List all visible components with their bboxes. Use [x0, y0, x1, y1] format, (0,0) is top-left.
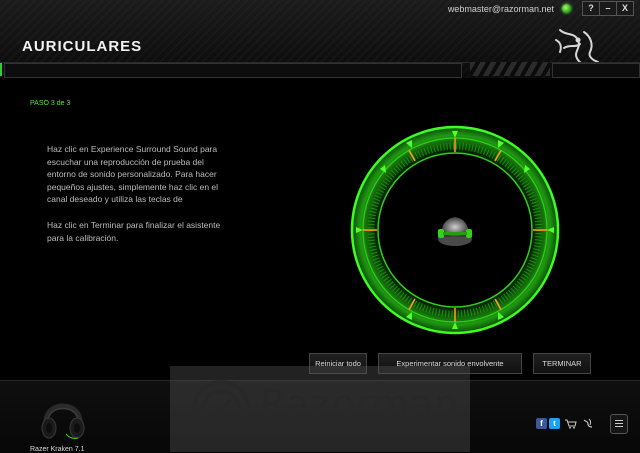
account-email[interactable]: webmaster@razorman.net — [448, 4, 554, 14]
menu-icon-line — [615, 426, 623, 427]
instruction-text-1: Haz clic en Experience Surround Sound pa… — [47, 144, 219, 205]
watermark-logo-icon — [192, 380, 250, 438]
menu-button[interactable] — [610, 414, 628, 434]
finish-button[interactable]: TERMINAR — [533, 353, 591, 374]
minimize-button[interactable]: – — [599, 1, 617, 16]
header-slashes — [470, 62, 550, 76]
menu-icon — [615, 420, 623, 421]
page-title: AURICULARES — [22, 38, 143, 55]
menu-icon-line — [615, 423, 623, 424]
watermark-domain: .net — [405, 420, 449, 445]
instruction-text-2: Haz clic en Terminar para finalizar el a… — [47, 219, 221, 243]
headset-image[interactable] — [38, 390, 88, 442]
header-band-right — [552, 63, 640, 78]
header-band — [4, 63, 462, 78]
step-indicator: PASO 3 de 3 — [30, 100, 71, 107]
header-accent — [0, 63, 2, 76]
facebook-icon[interactable]: f — [536, 418, 547, 429]
twitter-icon[interactable]: t — [549, 418, 560, 429]
status-online-icon — [562, 4, 571, 13]
cart-icon[interactable] — [564, 418, 577, 429]
help-button[interactable]: ? — [582, 1, 600, 16]
razer-small-icon[interactable] — [582, 418, 593, 429]
close-button[interactable]: X — [616, 1, 634, 16]
instructions: Haz clic en Experience Surround Sound pa… — [47, 143, 225, 257]
surround-speaker-ring[interactable] — [350, 125, 560, 335]
